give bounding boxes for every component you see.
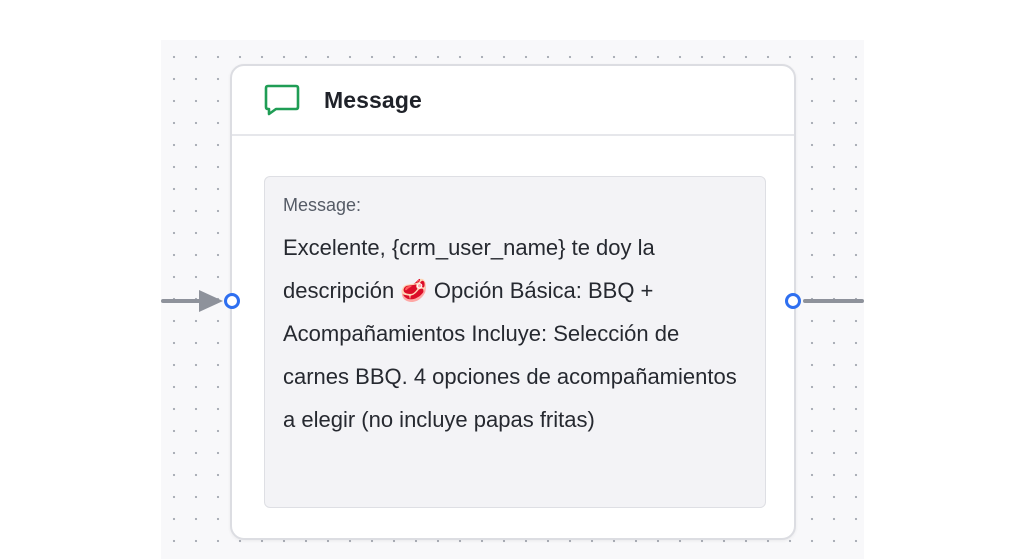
message-text: Excelente, {crm_user_name} te doy la des… bbox=[283, 235, 737, 432]
message-content-box[interactable]: Message: Excelente, {crm_user_name} te d… bbox=[264, 176, 766, 508]
chat-bubble-icon bbox=[264, 83, 300, 117]
message-label: Message: bbox=[283, 195, 362, 215]
incoming-edge-arrowhead bbox=[199, 290, 223, 312]
output-handle[interactable] bbox=[785, 293, 801, 309]
input-handle[interactable] bbox=[224, 293, 240, 309]
outgoing-edge[interactable] bbox=[803, 299, 864, 303]
message-node[interactable]: Message Message: Excelente, {crm_user_na… bbox=[230, 64, 796, 540]
message-node-header[interactable]: Message bbox=[232, 66, 794, 136]
node-title: Message bbox=[324, 86, 422, 113]
